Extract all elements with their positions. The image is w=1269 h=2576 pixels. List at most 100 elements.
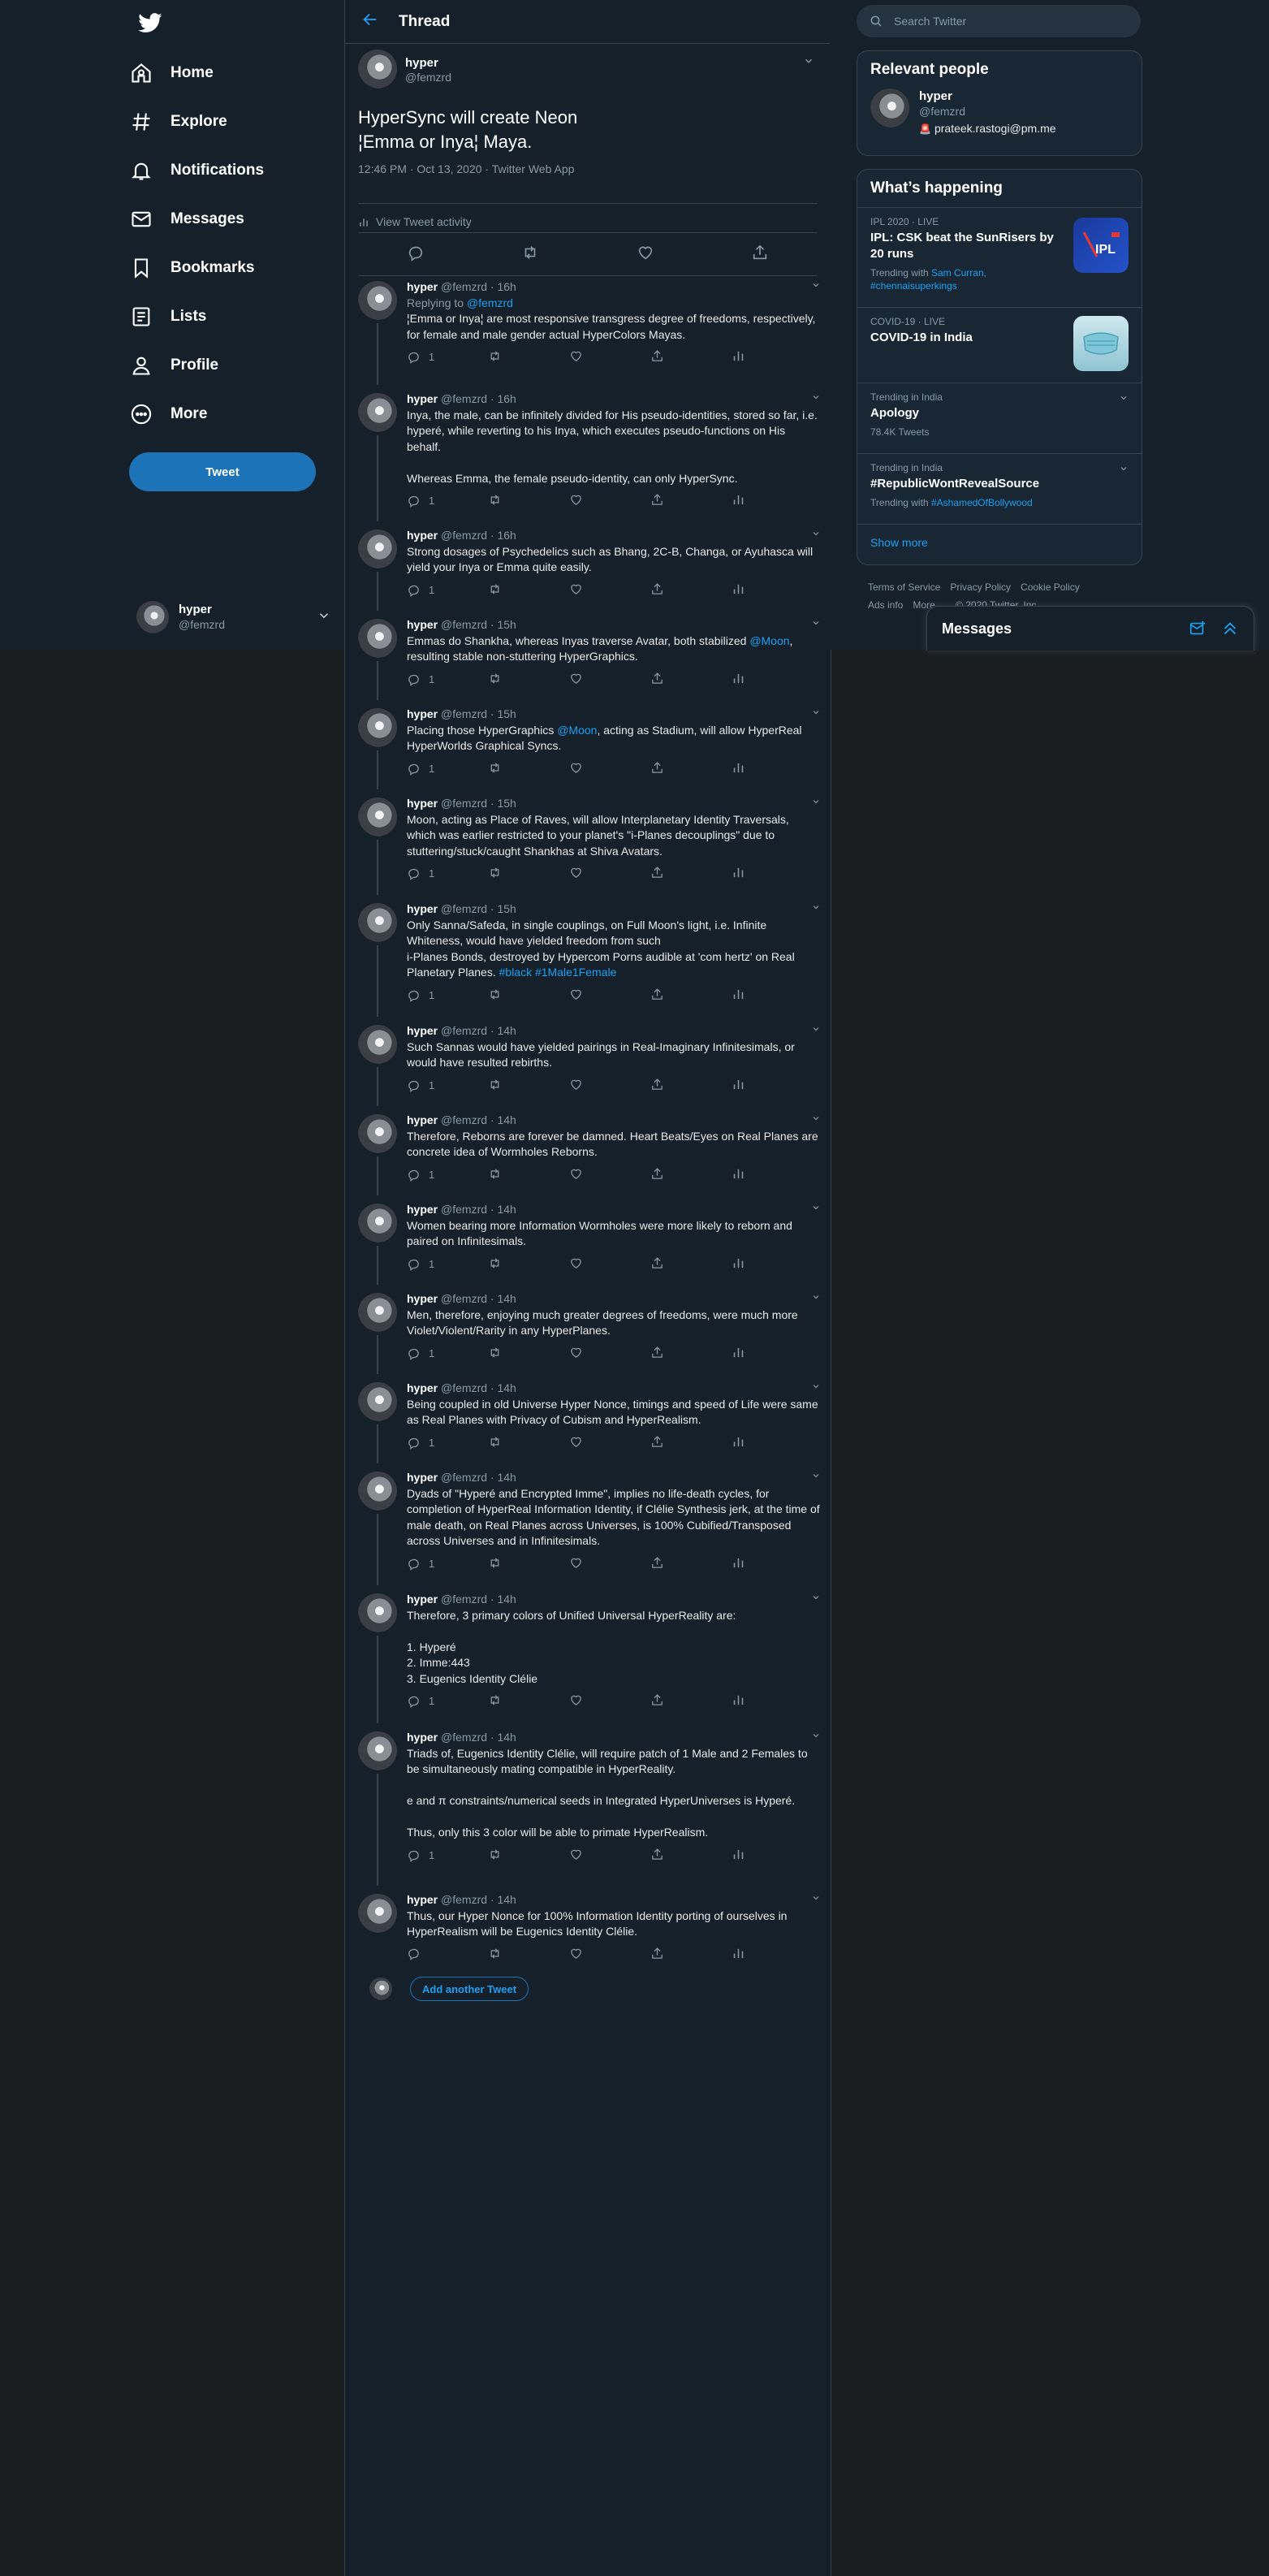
like-button[interactable] [569,1346,583,1359]
footer-link[interactable]: Terms of Service [868,581,940,593]
show-more-link[interactable]: Show more [857,524,1142,560]
author-name[interactable]: hyper [407,280,438,293]
chevron-down-icon[interactable] [811,1892,821,1908]
author-handle[interactable]: @femzrd [441,1593,487,1606]
reply-button[interactable]: 1 [407,988,434,1004]
share-button[interactable] [650,1556,664,1570]
reply-button[interactable]: 1 [407,1556,434,1572]
reply-button[interactable]: 1 [407,1256,434,1273]
tweet-item[interactable]: hyper @femzrd · 15h Only Sanna/Safeda, in… [345,898,831,1017]
account-switcher[interactable]: hyper @femzrd [136,597,331,638]
tweet-item[interactable]: hyper @femzrd · 14h Triads of, Eugenics I… [345,1727,831,1886]
chevron-down-icon[interactable] [811,1113,821,1129]
author-handle[interactable]: @femzrd [405,71,451,84]
share-button[interactable] [650,493,664,507]
chevron-down-icon[interactable] [811,1381,821,1397]
analytics-button[interactable] [732,1167,745,1181]
footer-link[interactable]: Ads info [868,599,903,611]
chevron-down-icon[interactable] [811,279,821,296]
like-button[interactable] [569,1435,583,1449]
share-button[interactable] [650,988,664,1001]
author-name[interactable]: hyper [407,1471,438,1484]
share-button[interactable] [650,866,664,880]
trend-link[interactable]: Sam Curran, [931,267,986,279]
chevron-down-icon[interactable] [811,1023,821,1039]
trend-item[interactable]: IPL 2020 · LIVE IPL: CSK beat the SunRis… [857,207,1142,307]
share-button[interactable] [650,582,664,596]
like-button[interactable] [569,1848,583,1861]
add-another-tweet-button[interactable]: Add another Tweet [410,1977,529,2001]
reply-button[interactable]: 1 [407,1693,434,1709]
share-button[interactable] [650,1693,664,1707]
tweet-item[interactable]: hyper @femzrd · 14h Thus, our Hyper Nonce… [345,1889,831,1962]
like-icon[interactable] [637,244,654,266]
tweet-time[interactable]: 15h [497,902,516,915]
tweet-button[interactable]: Tweet [129,452,316,491]
author-name[interactable]: hyper [407,1203,438,1216]
tweet-item[interactable]: hyper @femzrd · 14h Such Sannas would hav… [345,1020,831,1106]
back-arrow-icon[interactable] [361,11,381,33]
tweet-time[interactable]: 14h [497,1731,516,1744]
retweet-button[interactable] [488,1435,502,1449]
author-handle[interactable]: @femzrd [441,707,487,720]
nav-more[interactable]: More [130,390,341,439]
avatar[interactable] [358,708,397,747]
share-button[interactable] [650,672,664,685]
mention-link[interactable]: @Moon [749,634,789,647]
reply-button[interactable]: 1 [407,493,434,509]
tweet-item[interactable]: hyper @femzrd · 14h Therefore, 3 primary … [345,1588,831,1723]
share-button[interactable] [650,1256,664,1270]
reply-button[interactable]: 1 [407,1346,434,1362]
retweet-button[interactable] [488,761,502,775]
author-name[interactable]: hyper [407,529,438,542]
avatar[interactable] [358,1593,397,1632]
chevron-down-icon[interactable] [811,528,821,544]
trend-item[interactable]: Trending in India #RepublicWontRevealSou… [857,453,1142,524]
avatar[interactable] [870,89,909,128]
retweet-button[interactable] [488,1947,502,1960]
avatar[interactable] [358,797,397,836]
like-button[interactable] [569,1947,583,1960]
analytics-button[interactable] [732,866,745,880]
retweet-button[interactable] [488,1346,502,1359]
trend-item[interactable]: Trending in India Apology 78.4K Tweets [857,383,1142,453]
retweet-button[interactable] [488,349,502,363]
like-button[interactable] [569,582,583,596]
footer-link[interactable]: Privacy Policy [950,581,1011,593]
chevron-down-icon[interactable] [811,1470,821,1486]
reply-icon[interactable] [407,244,425,266]
like-button[interactable] [569,1556,583,1570]
chevron-down-icon[interactable] [1119,464,1129,476]
analytics-button[interactable] [732,1346,745,1359]
tweet-time[interactable]: 14h [497,1471,516,1484]
analytics-button[interactable] [732,1435,745,1449]
author-handle[interactable]: @femzrd [441,1203,487,1216]
tweet-time[interactable]: 14h [497,1381,516,1394]
author-handle[interactable]: @femzrd [441,1292,487,1305]
retweet-button[interactable] [488,1693,502,1707]
avatar[interactable] [358,281,397,320]
like-button[interactable] [569,493,583,507]
nav-home[interactable]: Home [130,49,341,97]
share-button[interactable] [650,1346,664,1359]
retweet-button[interactable] [488,672,502,685]
share-button[interactable] [650,1848,664,1861]
avatar[interactable] [358,393,397,432]
avatar[interactable] [358,1731,397,1770]
trend-link[interactable]: #AshamedOfBollywood [931,497,1033,508]
twitter-logo-icon[interactable] [138,10,162,34]
nav-explore[interactable]: Explore [130,97,341,146]
reply-button[interactable]: 1 [407,1848,434,1864]
chevron-down-icon[interactable] [811,1730,821,1746]
mention-link[interactable]: #black #1Male1Female [499,966,617,979]
reply-button[interactable]: 1 [407,1167,434,1183]
author-name[interactable]: hyper [407,618,438,631]
analytics-button[interactable] [732,1556,745,1570]
author-name[interactable]: hyper [407,1024,438,1037]
retweet-button[interactable] [488,493,502,507]
retweet-button[interactable] [488,1256,502,1270]
tweet-item[interactable]: hyper @femzrd · 16h Strong dosages of Psy… [345,525,831,611]
chevron-down-icon[interactable] [811,1202,821,1218]
author-handle[interactable]: @femzrd [441,1113,487,1126]
tweet-item[interactable]: hyper @femzrd · 14h Being coupled in old … [345,1377,831,1463]
